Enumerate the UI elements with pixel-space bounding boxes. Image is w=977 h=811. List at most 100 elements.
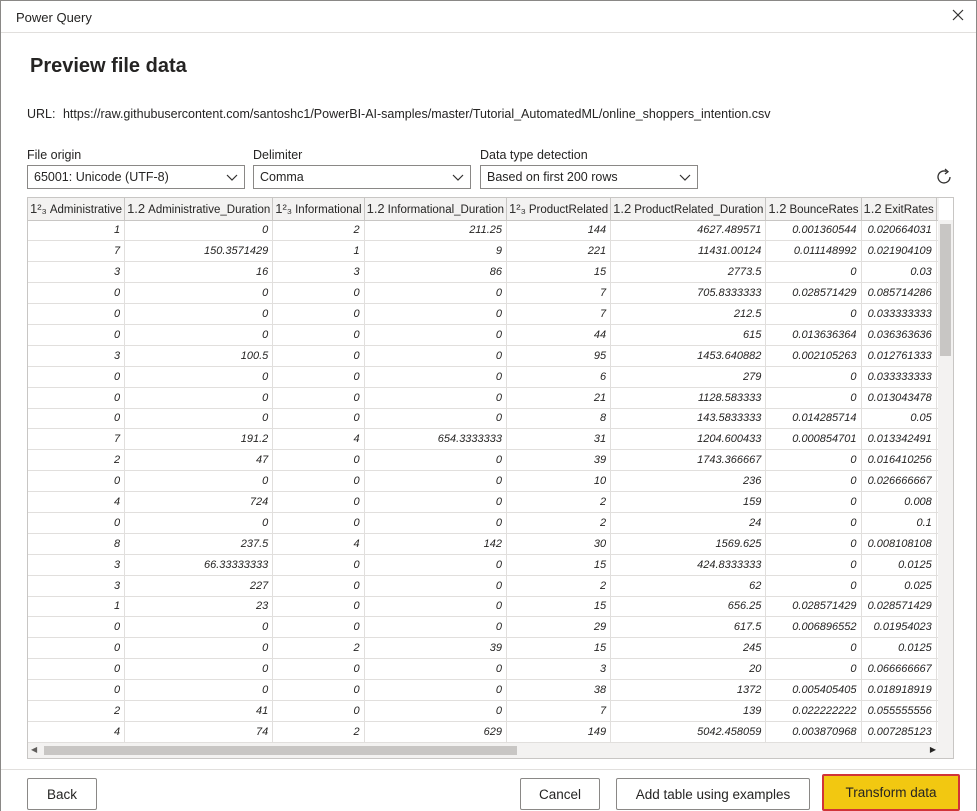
column-header[interactable]: 1.2 ExitRates: [861, 198, 937, 221]
table-cell[interactable]: 159: [610, 491, 767, 513]
table-cell[interactable]: 0.002105263: [765, 345, 862, 367]
table-cell[interactable]: 0.1: [861, 512, 937, 534]
table-cell[interactable]: 0: [364, 700, 508, 722]
table-cell[interactable]: 66.33333333: [124, 554, 274, 576]
vertical-scroll-thumb[interactable]: [940, 224, 951, 356]
table-cell[interactable]: 0: [272, 387, 365, 409]
table-cell[interactable]: 0: [364, 679, 508, 701]
table-cell[interactable]: 227: [124, 575, 274, 597]
table-cell[interactable]: 0: [364, 345, 508, 367]
table-cell[interactable]: 3: [28, 575, 126, 597]
delimiter-dropdown[interactable]: Comma: [253, 165, 471, 189]
table-cell[interactable]: 0: [124, 220, 274, 242]
table-cell[interactable]: 0: [272, 345, 365, 367]
table-cell[interactable]: 5042.458059: [610, 721, 767, 743]
table-cell[interactable]: 0: [28, 324, 126, 346]
table-cell[interactable]: 0.028571429: [861, 596, 937, 618]
table-cell[interactable]: 7: [506, 303, 612, 325]
table-cell[interactable]: 191.2: [124, 428, 274, 451]
table-cell[interactable]: 0: [364, 491, 508, 513]
table-cell[interactable]: 0.066666667: [861, 658, 937, 681]
table-cell[interactable]: 62: [610, 575, 767, 597]
table-cell[interactable]: 8: [506, 408, 612, 430]
table-cell[interactable]: 0.021904109: [861, 240, 937, 263]
table-cell[interactable]: 236: [610, 470, 767, 493]
table-cell[interactable]: 1743.366667: [610, 449, 767, 472]
table-cell[interactable]: 2: [28, 449, 126, 472]
table-cell[interactable]: 0.05: [861, 408, 937, 430]
column-type-icon[interactable]: 1²₃: [509, 201, 526, 216]
scroll-right-arrow-icon[interactable]: ▶: [930, 745, 936, 754]
table-cell[interactable]: 15: [506, 554, 612, 576]
table-cell[interactable]: 0: [765, 449, 862, 472]
table-cell[interactable]: 0: [124, 616, 274, 639]
table-cell[interactable]: 3: [28, 261, 126, 284]
cancel-button[interactable]: Cancel: [520, 778, 600, 810]
table-cell[interactable]: 39: [506, 449, 612, 472]
table-cell[interactable]: 7: [506, 282, 612, 305]
table-cell[interactable]: 0: [124, 366, 274, 388]
table-cell[interactable]: 24: [610, 512, 767, 534]
table-cell[interactable]: 0.020664031: [861, 220, 937, 242]
table-cell[interactable]: 211.25: [364, 220, 508, 242]
table-cell[interactable]: 0: [28, 366, 126, 388]
table-cell[interactable]: 0: [364, 658, 508, 681]
table-cell[interactable]: 0: [124, 324, 274, 346]
table-cell[interactable]: 617.5: [610, 616, 767, 639]
table-cell[interactable]: 656.25: [610, 596, 767, 618]
table-cell[interactable]: 0: [765, 637, 862, 660]
table-cell[interactable]: 31: [506, 428, 612, 451]
table-cell[interactable]: 2: [28, 700, 126, 722]
table-cell[interactable]: 0: [272, 679, 365, 701]
horizontal-scrollbar[interactable]: ◀ ▶: [28, 743, 939, 758]
table-cell[interactable]: 0: [765, 491, 862, 513]
table-cell[interactable]: 1128.583333: [610, 387, 767, 409]
table-cell[interactable]: 4: [272, 428, 365, 451]
column-header[interactable]: 1²₃ Administrative: [28, 198, 126, 221]
table-cell[interactable]: 0.014285714: [765, 408, 862, 430]
table-cell[interactable]: 654.3333333: [364, 428, 508, 451]
table-cell[interactable]: 74: [124, 721, 274, 743]
column-type-icon[interactable]: 1.2: [127, 201, 145, 216]
table-cell[interactable]: 0: [28, 512, 126, 534]
table-cell[interactable]: 0: [364, 512, 508, 534]
table-cell[interactable]: 149: [506, 721, 612, 743]
table-cell[interactable]: 2: [272, 721, 365, 743]
table-cell[interactable]: 0.022222222: [765, 700, 862, 722]
table-cell[interactable]: 0: [765, 261, 862, 284]
table-cell[interactable]: 0: [364, 596, 508, 618]
table-cell[interactable]: 144: [506, 220, 612, 242]
table-cell[interactable]: 95: [506, 345, 612, 367]
table-cell[interactable]: 279: [610, 366, 767, 388]
table-cell[interactable]: 2773.5: [610, 261, 767, 284]
table-cell[interactable]: 86: [364, 261, 508, 284]
table-cell[interactable]: 3: [28, 554, 126, 576]
table-cell[interactable]: 0: [272, 700, 365, 722]
table-cell[interactable]: 0: [124, 387, 274, 409]
add-table-using-examples-button[interactable]: Add table using examples: [616, 778, 810, 810]
table-cell[interactable]: 0: [765, 575, 862, 597]
table-cell[interactable]: 0.033333333: [861, 303, 937, 325]
table-cell[interactable]: 4: [28, 491, 126, 513]
table-cell[interactable]: 0: [364, 324, 508, 346]
table-cell[interactable]: 3: [506, 658, 612, 681]
table-cell[interactable]: 4: [28, 721, 126, 743]
column-type-icon[interactable]: 1²₃: [30, 201, 47, 216]
table-cell[interactable]: 2: [506, 575, 612, 597]
table-cell[interactable]: 1569.625: [610, 533, 767, 555]
table-cell[interactable]: 0: [272, 658, 365, 681]
table-cell[interactable]: 0: [272, 512, 365, 534]
table-cell[interactable]: 615: [610, 324, 767, 346]
table-cell[interactable]: 0: [28, 658, 126, 681]
table-cell[interactable]: 0: [364, 282, 508, 305]
table-cell[interactable]: 0: [272, 282, 365, 305]
table-cell[interactable]: 4627.489571: [610, 220, 767, 242]
table-cell[interactable]: 7: [506, 700, 612, 722]
table-cell[interactable]: 0: [364, 616, 508, 639]
table-cell[interactable]: 0: [28, 679, 126, 701]
table-cell[interactable]: 0.012761333: [861, 345, 937, 367]
table-cell[interactable]: 0: [124, 470, 274, 493]
table-cell[interactable]: 29: [506, 616, 612, 639]
table-cell[interactable]: 0: [28, 282, 126, 305]
column-header[interactable]: 1²₃ Informational: [272, 198, 365, 221]
